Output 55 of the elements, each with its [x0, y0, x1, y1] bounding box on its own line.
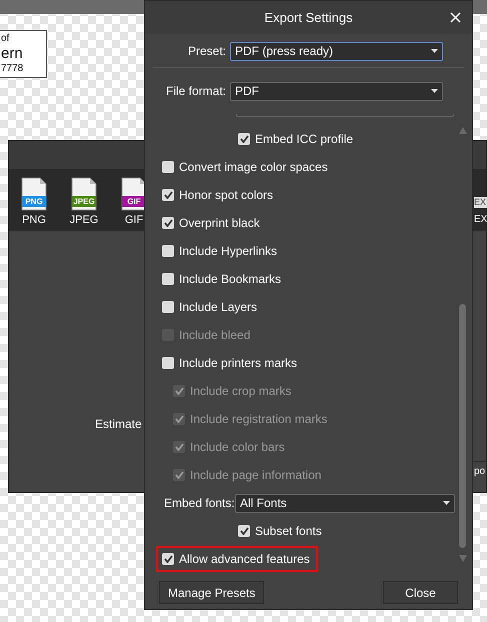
field-label: File format:: [164, 83, 227, 100]
checkbox-label[interactable]: Embed ICC profile: [255, 130, 354, 148]
field-label: Preset:: [186, 43, 227, 60]
caret-icon: [431, 89, 438, 93]
card-text: of: [1, 33, 10, 45]
checkbox-label: Include registration marks: [190, 411, 328, 428]
checkbox-label: Include crop marks: [190, 383, 292, 400]
window-title: Export Settings: [264, 8, 353, 27]
format-label[interactable]: JPEG: [70, 212, 98, 228]
checkbox-label[interactable]: Include Layers: [179, 298, 258, 316]
preset-dropdown[interactable]: PDF (press ready): [230, 42, 443, 60]
checkbox-label[interactable]: Convert image color spaces: [179, 158, 328, 176]
format-label[interactable]: PNG: [22, 212, 46, 228]
checkbox-label[interactable]: Overprint black: [179, 214, 260, 232]
checkbox-label: Include page information: [190, 467, 322, 484]
scrollbar-thumb[interactable]: [459, 304, 466, 548]
checkbox[interactable]: [162, 189, 174, 201]
panel-label: po: [474, 465, 486, 479]
file-icon[interactable]: [21, 177, 47, 211]
embed-fonts-dropdown[interactable]: All Fonts: [235, 494, 455, 512]
checkbox-label: Include bleed: [179, 327, 250, 344]
badge-text: JPEG: [72, 196, 96, 207]
checkbox-label[interactable]: Allow advanced features: [179, 550, 310, 568]
manage-presets-button[interactable]: Manage Presets: [159, 581, 264, 604]
badge-text: PNG: [24, 196, 44, 207]
checkbox[interactable]: [162, 273, 174, 285]
file-icon[interactable]: [121, 177, 147, 211]
checkbox-label[interactable]: Include Bookmarks: [179, 270, 282, 288]
checkbox[interactable]: [162, 161, 174, 173]
card-text: ern: [1, 45, 24, 63]
checkbox[interactable]: [162, 217, 174, 229]
format-label[interactable]: GIF: [124, 212, 144, 228]
card-text: 7778: [1, 63, 24, 75]
badge-text: GIF: [126, 196, 142, 207]
file-icon[interactable]: [71, 177, 97, 211]
close-button[interactable]: Close: [383, 581, 458, 604]
file-format-dropdown[interactable]: PDF: [230, 82, 443, 100]
checkbox[interactable]: [238, 133, 250, 145]
format-label[interactable]: EX: [474, 212, 487, 227]
checkbox-label: Include color bars: [190, 439, 285, 456]
checkbox[interactable]: [238, 525, 250, 537]
close-icon[interactable]: [450, 12, 461, 23]
checkbox[interactable]: [162, 553, 174, 565]
checkbox-label[interactable]: Honor spot colors: [179, 186, 274, 204]
caret-icon: [431, 49, 438, 53]
checkbox-label[interactable]: Include Hyperlinks: [179, 242, 278, 260]
badge-text: EX: [474, 197, 487, 208]
checkbox[interactable]: [162, 245, 174, 257]
checkbox[interactable]: [162, 301, 174, 313]
field-label: Embed fonts:: [164, 495, 235, 512]
checkbox-label[interactable]: Subset fonts: [255, 522, 322, 540]
checkbox[interactable]: [162, 357, 174, 369]
checkbox-label[interactable]: Include printers marks: [179, 354, 298, 372]
panel-label: Estimate: [95, 416, 142, 433]
caret-icon: [443, 501, 450, 505]
